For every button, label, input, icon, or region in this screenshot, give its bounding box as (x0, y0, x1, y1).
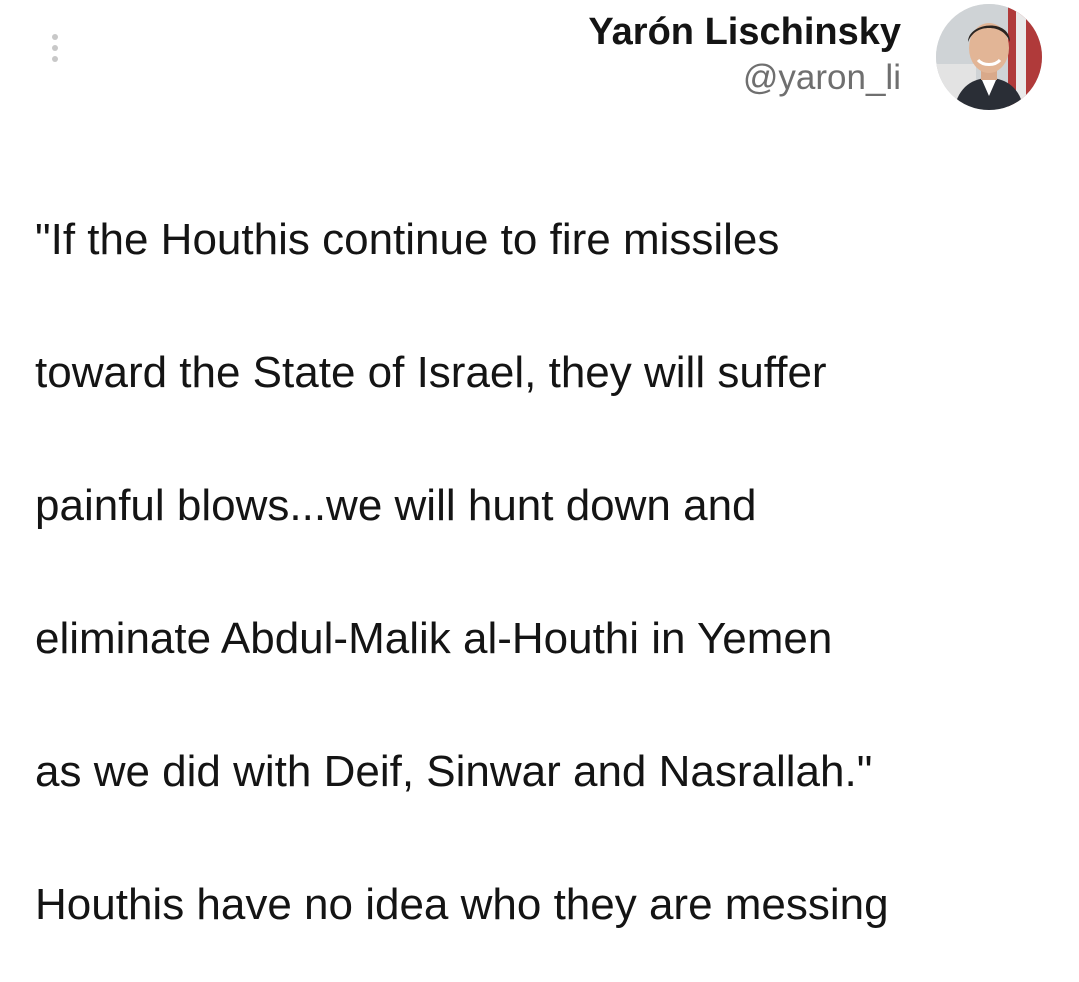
more-vertical-icon-dot (52, 56, 58, 62)
profile-photo-icon (936, 4, 1042, 110)
tweet-line: toward the State of Israel, they will su… (35, 347, 827, 397)
tweet-line: eliminate Abdul-Malik al-Houthi in Yemen (35, 613, 833, 663)
tweet-text: "If the Houthis continue to fire missile… (35, 140, 1055, 982)
avatar[interactable] (936, 4, 1042, 110)
tweet-line: painful blows...we will hunt down and (35, 480, 757, 530)
tweet-line: as we did with Deif, Sinwar and Nasralla… (35, 746, 873, 796)
tweet-line: Houthis have no idea who they are messin… (35, 879, 889, 929)
more-options-button[interactable] (38, 26, 72, 70)
author-handle[interactable]: @yaron_li (588, 56, 901, 100)
author-display-name[interactable]: Yarón Lischinsky (588, 8, 901, 56)
author-info: Yarón Lischinsky @yaron_li (588, 8, 901, 100)
more-vertical-icon (52, 34, 58, 40)
more-vertical-icon-dot (52, 45, 58, 51)
tweet-line: "If the Houthis continue to fire missile… (35, 214, 780, 264)
